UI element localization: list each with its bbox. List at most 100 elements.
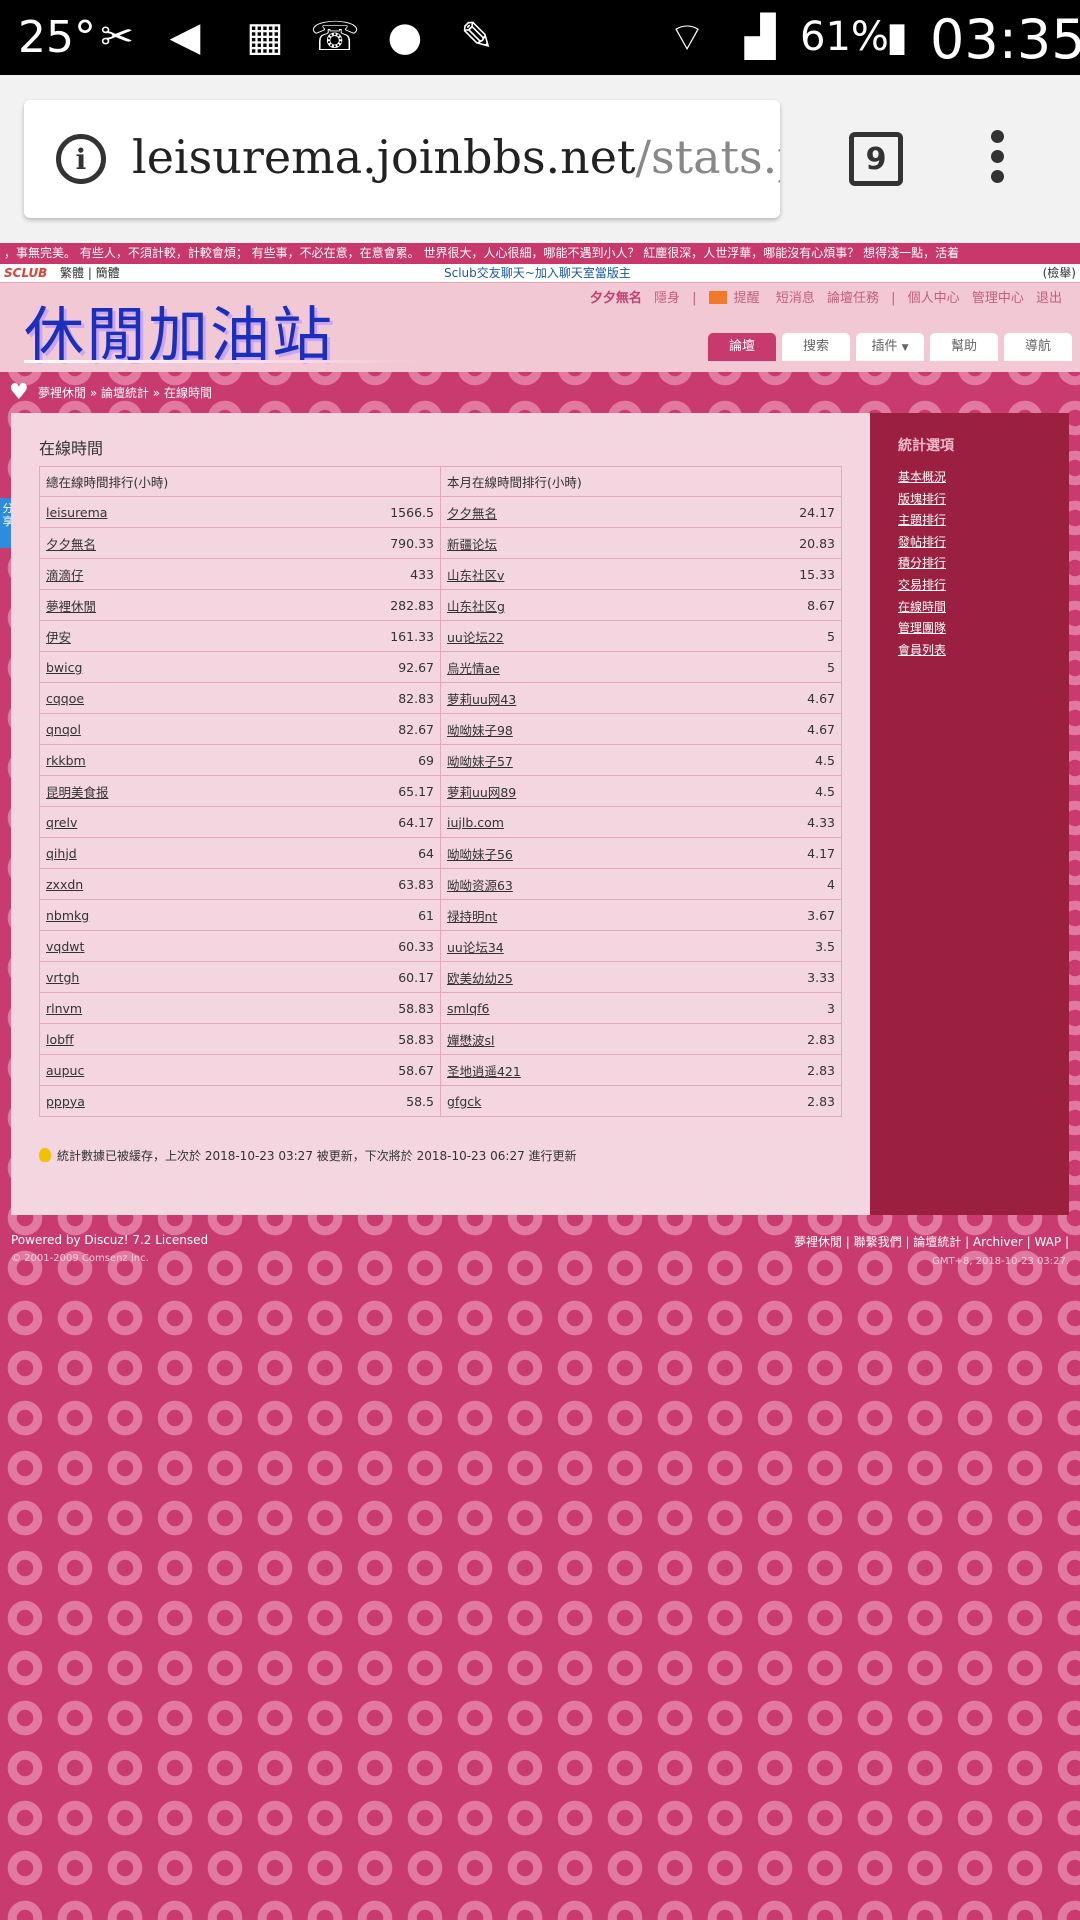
total-user-link[interactable]: qnqol <box>46 722 81 737</box>
sidebar-link[interactable]: 會員列表 <box>898 641 946 658</box>
total-user-link[interactable]: qihjd <box>46 846 77 861</box>
sclub-logo[interactable]: SCLUB <box>4 264 47 282</box>
username-link[interactable]: 夕夕無名 <box>590 291 642 306</box>
month-user-link[interactable]: smlqf6 <box>447 1001 489 1016</box>
chat-link[interactable]: Sclub交友聊天~加入聊天室當版主 <box>444 264 631 282</box>
total-user-link[interactable]: rkkbm <box>46 753 86 768</box>
total-user-link[interactable]: bwicg <box>46 660 82 675</box>
total-user-link[interactable]: vrtgh <box>46 970 79 985</box>
month-user-link[interactable]: gfgck <box>447 1094 481 1109</box>
total-user-link[interactable]: lobff <box>46 1032 74 1047</box>
table-cell: 58.5 <box>268 1085 441 1117</box>
month-hours: 4 <box>827 876 835 892</box>
tab-help[interactable]: 幫助 <box>930 333 998 361</box>
overflow-menu-icon[interactable] <box>982 130 1012 190</box>
month-user-link[interactable]: 萝莉uu网43 <box>447 692 516 707</box>
table-cell: iujlb.com <box>439 806 698 838</box>
table-cell: 60.17 <box>268 961 441 993</box>
logout-link[interactable]: 退出 <box>1036 291 1062 306</box>
table-cell: 433 <box>268 558 441 590</box>
report-link[interactable]: (檢舉) <box>1043 264 1076 282</box>
month-hours: 3.5 <box>815 938 835 954</box>
table-cell: bwicg <box>38 651 269 683</box>
total-user-link[interactable]: qrelv <box>46 815 77 830</box>
total-user-link[interactable]: 夕夕無名 <box>46 537 96 552</box>
sidebar-link[interactable]: 在線時間 <box>898 598 946 615</box>
month-user-link[interactable]: 禄持明nt <box>447 909 497 924</box>
month-user-link[interactable]: 新疆论坛 <box>447 537 497 552</box>
month-user-link[interactable]: 烏光情ae <box>447 661 500 676</box>
table-cell: gfgck <box>439 1085 698 1117</box>
table-cell: 64 <box>268 837 441 869</box>
total-user-link[interactable]: vqdwt <box>46 939 84 954</box>
powered-by[interactable]: Powered by Discuz! 7.2 Licensed <box>11 1233 208 1247</box>
month-user-link[interactable]: 夕夕無名 <box>447 506 497 521</box>
month-user-link[interactable]: 呦呦妹子98 <box>447 723 513 738</box>
table-cell: nbmkg <box>38 899 269 931</box>
title-divider <box>24 360 424 363</box>
month-user-link[interactable]: uu论坛34 <box>447 940 504 955</box>
table-row: lobff 58.83 嬋懋波sl 2.83 <box>38 1023 842 1055</box>
month-user-link[interactable]: 萝莉uu网89 <box>447 785 516 800</box>
sidebar-link[interactable]: 版塊排行 <box>898 490 946 507</box>
month-user-link[interactable]: 嬋懋波sl <box>447 1033 495 1048</box>
url-text[interactable]: leisurema.joinbbs.net/stats.p <box>132 130 780 184</box>
url-bar[interactable]: i leisurema.joinbbs.net/stats.p <box>24 100 780 218</box>
month-user-link[interactable]: 呦呦妹子56 <box>447 847 513 862</box>
month-user-link[interactable]: 呦呦妹子57 <box>447 754 513 769</box>
month-hours: 4.67 <box>807 721 835 737</box>
tab-plugins[interactable]: 插件 ▼ <box>856 333 924 361</box>
admin-link[interactable]: 管理中心 <box>972 291 1024 306</box>
sidebar-link[interactable]: 基本概況 <box>898 468 946 485</box>
footer-links[interactable]: 夢裡休閒 | 聯繫我們 | 論壇統計 | Archiver | WAP | <box>794 1233 1069 1250</box>
month-user-link[interactable]: 圣地逍遥421 <box>447 1064 521 1079</box>
tab-forum[interactable]: 論壇 <box>708 333 776 361</box>
marquee-ticker: ，事無完美。 有些人，不須計較，計較會煩； 有些事，不必在意，在意會累。 世界很… <box>0 243 1080 264</box>
table-cell: 5 <box>697 651 842 683</box>
tab-navigation[interactable]: 導航 <box>1004 333 1072 361</box>
notice-link[interactable]: 提醒 <box>708 291 764 306</box>
table-cell: 圣地逍遥421 <box>439 1054 698 1086</box>
info-icon[interactable]: i <box>56 134 106 184</box>
sidebar-link[interactable]: 管理團隊 <box>898 619 946 636</box>
sidebar-link[interactable]: 積分排行 <box>898 554 946 571</box>
sidebar-link[interactable]: 交易排行 <box>898 576 946 593</box>
breadcrumb-text[interactable]: 夢裡休閒 » 論壇統計 » 在線時間 <box>38 384 212 401</box>
total-user-link[interactable]: zxxdn <box>46 877 83 892</box>
table-row: rkkbm 69 呦呦妹子57 4.5 <box>38 744 842 776</box>
sms-link[interactable]: 短消息 <box>776 291 815 306</box>
total-user-link[interactable]: leisurema <box>46 505 107 520</box>
tab-search[interactable]: 搜索 <box>782 333 850 361</box>
month-user-link[interactable]: 欧美幼幼25 <box>447 971 513 986</box>
profile-link[interactable]: 個人中心 <box>908 291 960 306</box>
month-hours: 5 <box>827 659 835 675</box>
month-hours: 24.17 <box>799 504 835 520</box>
table-cell: 82.83 <box>268 682 441 714</box>
total-user-link[interactable]: cqqoe <box>46 691 84 706</box>
month-user-link[interactable]: uu论坛22 <box>447 630 504 645</box>
total-user-link[interactable]: 滴滴仔 <box>46 568 84 583</box>
month-user-link[interactable]: 山东社区v <box>447 568 504 583</box>
month-user-link[interactable]: 山东社区g <box>447 599 505 614</box>
sidebar-link[interactable]: 主題排行 <box>898 511 946 528</box>
month-user-link[interactable]: iujlb.com <box>447 815 504 830</box>
sidebar-link[interactable]: 發帖排行 <box>898 533 946 550</box>
table-cell: 60.33 <box>268 930 441 962</box>
total-user-link[interactable]: nbmkg <box>46 908 89 923</box>
total-user-link[interactable]: 夢裡休閒 <box>46 599 96 614</box>
total-user-link[interactable]: pppya <box>46 1094 85 1109</box>
status-bar: 25° ✂ ◀ ▦ ☏ ● ✎ ⌔ ▟ 61% ▮ 03:35 <box>0 0 1080 75</box>
total-user-link[interactable]: 昆明美食报 <box>46 785 109 800</box>
tasks-link[interactable]: 論壇任務 <box>827 291 879 306</box>
total-user-link[interactable]: 伊安 <box>46 630 71 645</box>
hide-link[interactable]: 隱身 <box>654 291 680 306</box>
month-user-link[interactable]: 呦呦资源63 <box>447 878 513 893</box>
total-user-link[interactable]: aupuc <box>46 1063 84 1078</box>
total-user-link[interactable]: rlnvm <box>46 1001 82 1016</box>
image-icon: ▦ <box>246 14 284 60</box>
footer-left: Powered by Discuz! 7.2 Licensed © 2001-2… <box>11 1233 208 1264</box>
total-hours: 1566.5 <box>390 504 434 520</box>
language-switch[interactable]: 繁體 | 簡體 <box>60 264 120 282</box>
table-cell: 58.67 <box>268 1054 441 1086</box>
tab-switcher-button[interactable]: 9 <box>849 132 903 186</box>
